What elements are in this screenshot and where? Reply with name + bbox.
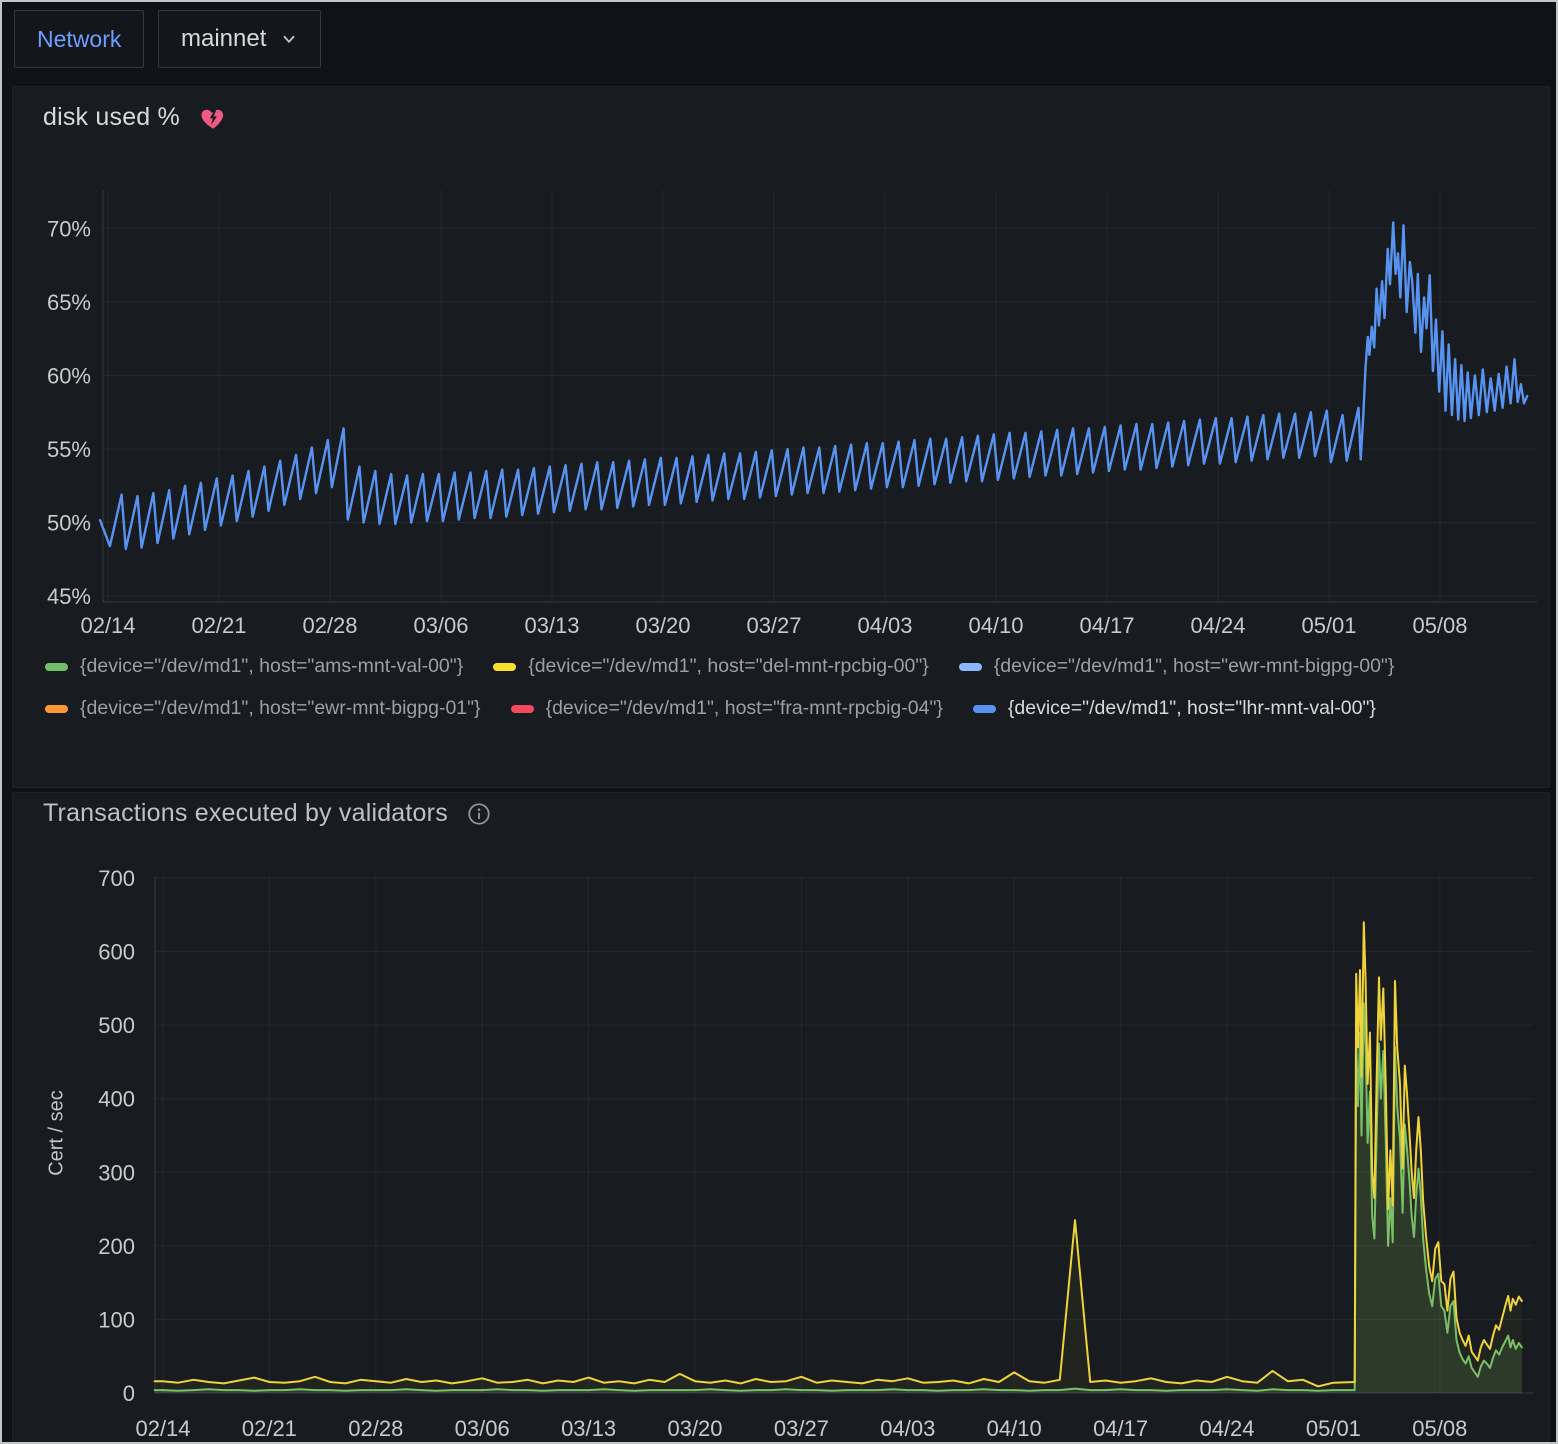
svg-text:05/08: 05/08: [1412, 613, 1467, 638]
svg-text:03/06: 03/06: [413, 613, 468, 638]
legend-label: {device="/dev/md1", host="lhr-mnt-val-00…: [1008, 697, 1376, 720]
svg-text:02/14: 02/14: [80, 613, 135, 638]
dashboard-submenu: Network mainnet: [2, 2, 1556, 86]
svg-text:02/21: 02/21: [242, 1416, 297, 1441]
variable-value-text: mainnet: [181, 25, 266, 53]
panel-disk-used-header: disk used %: [43, 103, 228, 132]
svg-text:05/01: 05/01: [1306, 1416, 1361, 1441]
svg-text:03/27: 03/27: [774, 1416, 829, 1441]
svg-text:200: 200: [98, 1234, 135, 1259]
panel-title-transactions: Transactions executed by validators: [43, 799, 448, 828]
legend-label: {device="/dev/md1", host="ams-mnt-val-00…: [80, 655, 463, 678]
svg-text:45%: 45%: [47, 584, 91, 609]
info-icon[interactable]: [466, 801, 492, 827]
svg-text:03/20: 03/20: [667, 1416, 722, 1441]
legend-item[interactable]: {device="/dev/md1", host="ewr-mnt-bigpg-…: [45, 697, 481, 720]
svg-text:03/20: 03/20: [635, 613, 690, 638]
svg-text:50%: 50%: [47, 511, 91, 536]
chevron-down-icon: [280, 30, 298, 48]
legend-item[interactable]: {device="/dev/md1", host="ewr-mnt-bigpg-…: [959, 655, 1395, 678]
svg-text:04/10: 04/10: [968, 613, 1023, 638]
svg-text:55%: 55%: [47, 437, 91, 462]
svg-text:04/17: 04/17: [1093, 1416, 1148, 1441]
legend-label: {device="/dev/md1", host="ewr-mnt-bigpg-…: [994, 655, 1395, 678]
svg-text:500: 500: [98, 1013, 135, 1038]
legend-item[interactable]: {device="/dev/md1", host="fra-mnt-rpcbig…: [511, 697, 943, 720]
svg-text:04/10: 04/10: [987, 1416, 1042, 1441]
svg-text:04/24: 04/24: [1190, 613, 1245, 638]
panel-title-disk-used: disk used %: [43, 103, 180, 132]
disk-used-legend: {device="/dev/md1", host="ams-mnt-val-00…: [45, 655, 1525, 720]
legend-item[interactable]: {device="/dev/md1", host="del-mnt-rpcbig…: [493, 655, 929, 678]
svg-text:02/28: 02/28: [348, 1416, 403, 1441]
legend-swatch: [959, 663, 982, 671]
svg-text:60%: 60%: [47, 363, 91, 388]
transactions-chart[interactable]: 0 100 200 300 400 500 600 700 02/14 02/21 02/28 03/…: [13, 848, 1551, 1444]
svg-text:04/03: 04/03: [880, 1416, 935, 1441]
legend-label: {device="/dev/md1", host="del-mnt-rpcbig…: [528, 655, 929, 678]
variable-label-text: Network: [37, 26, 121, 53]
svg-text:70%: 70%: [47, 216, 91, 241]
legend-item[interactable]: {device="/dev/md1", host="lhr-mnt-val-00…: [973, 697, 1376, 720]
svg-text:02/14: 02/14: [135, 1416, 190, 1441]
svg-text:600: 600: [98, 940, 135, 965]
svg-text:04/03: 04/03: [857, 613, 912, 638]
svg-text:05/08: 05/08: [1412, 1416, 1467, 1441]
svg-text:65%: 65%: [47, 290, 91, 315]
legend-swatch: [511, 705, 534, 713]
svg-text:02/21: 02/21: [191, 613, 246, 638]
svg-text:03/27: 03/27: [746, 613, 801, 638]
svg-text:03/13: 03/13: [561, 1416, 616, 1441]
svg-text:04/17: 04/17: [1079, 613, 1134, 638]
svg-text:04/24: 04/24: [1199, 1416, 1254, 1441]
variable-label-network: Network: [14, 10, 144, 68]
svg-text:100: 100: [98, 1307, 135, 1332]
svg-text:700: 700: [98, 866, 135, 891]
svg-text:03/06: 03/06: [455, 1416, 510, 1441]
svg-text:400: 400: [98, 1087, 135, 1112]
panel-transactions: Transactions executed by validators Cert…: [12, 792, 1550, 1444]
legend-label: {device="/dev/md1", host="fra-mnt-rpcbig…: [546, 697, 943, 720]
panel-transactions-header: Transactions executed by validators: [43, 799, 492, 828]
grafana-dashboard: Network mainnet disk used % 45% 50% 55% 60%…: [0, 0, 1558, 1444]
svg-text:03/13: 03/13: [524, 613, 579, 638]
disk-used-chart[interactable]: 45% 50% 55% 60% 65% 70% 02/14 02/21 02/28 03/06 03…: [13, 187, 1551, 653]
legend-swatch: [493, 663, 516, 671]
legend-swatch: [45, 705, 68, 713]
panel-disk-used: disk used % 45% 50% 55% 60% 65% 70% 02/14 02/21…: [12, 86, 1550, 788]
svg-text:02/28: 02/28: [302, 613, 357, 638]
legend-swatch: [45, 663, 68, 671]
heart-break-icon: [198, 104, 228, 132]
legend-item[interactable]: {device="/dev/md1", host="ams-mnt-val-00…: [45, 655, 463, 678]
network-variable-dropdown[interactable]: mainnet: [158, 10, 321, 68]
svg-text:05/01: 05/01: [1301, 613, 1356, 638]
svg-text:0: 0: [123, 1381, 135, 1406]
svg-text:300: 300: [98, 1160, 135, 1185]
legend-swatch: [973, 705, 996, 713]
legend-label: {device="/dev/md1", host="ewr-mnt-bigpg-…: [80, 697, 481, 720]
